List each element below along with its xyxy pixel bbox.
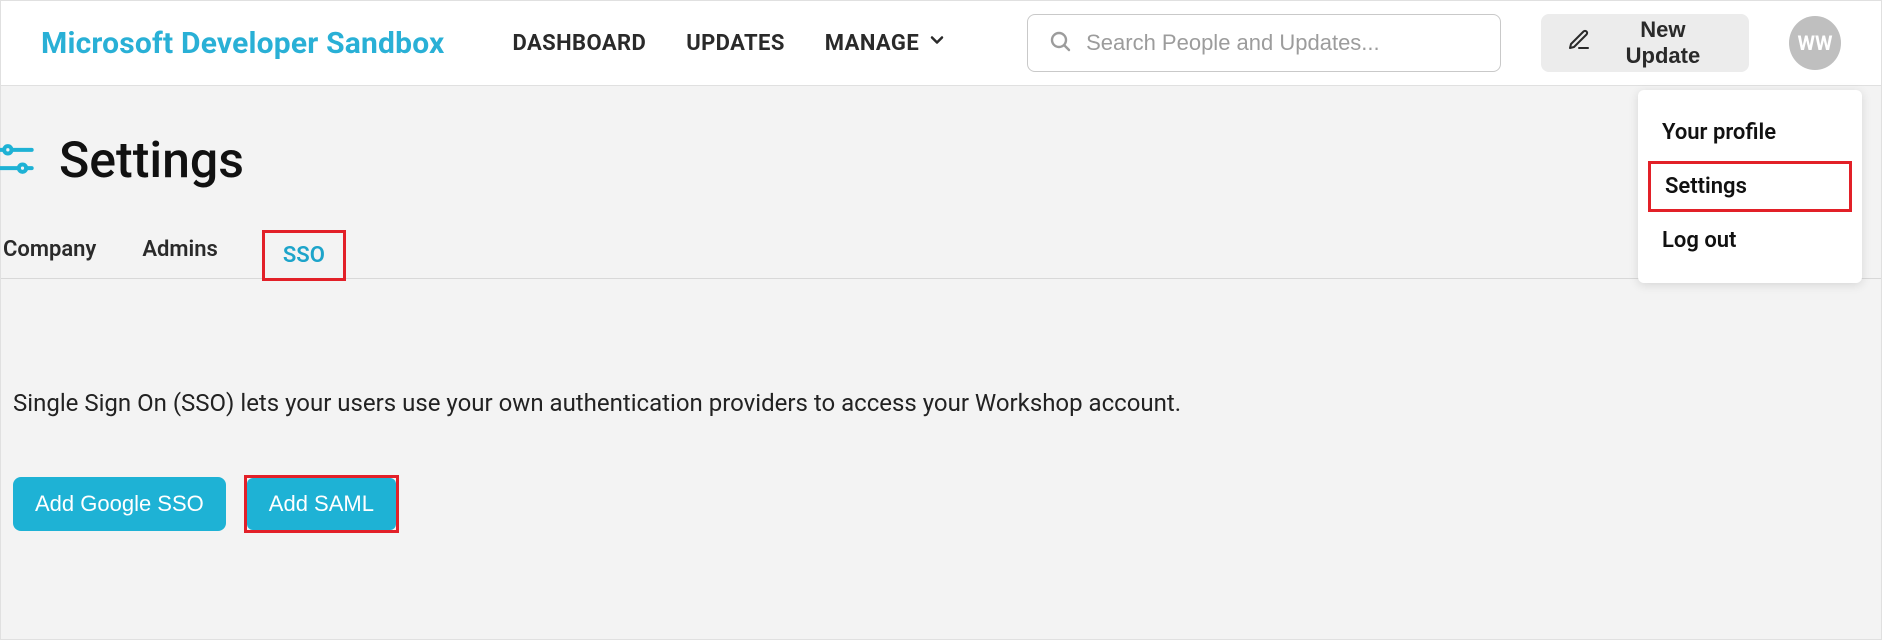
add-saml-button[interactable]: Add SAML	[247, 478, 396, 530]
highlight-sso-tab: SSO	[262, 230, 346, 281]
settings-header: Settings	[1, 86, 1881, 230]
avatar[interactable]: WW	[1789, 16, 1841, 70]
pen-icon	[1567, 28, 1591, 58]
menu-logout[interactable]: Log out	[1638, 214, 1862, 267]
new-update-button[interactable]: New Update	[1541, 14, 1749, 72]
highlight-add-saml: Add SAML	[244, 475, 399, 533]
settings-tabs: Company Admins SSO	[1, 230, 1881, 279]
menu-settings[interactable]: Settings	[1648, 161, 1852, 212]
main-nav: DASHBOARD UPDATES MANAGE	[513, 30, 948, 56]
top-bar: Microsoft Developer Sandbox DASHBOARD UP…	[0, 0, 1882, 86]
tab-sso[interactable]: SSO	[283, 243, 325, 268]
search-field[interactable]	[1027, 14, 1501, 72]
search-icon	[1048, 29, 1072, 57]
search-input[interactable]	[1086, 30, 1480, 56]
sso-panel: Single Sign On (SSO) lets your users use…	[1, 279, 1881, 573]
sso-button-row: Add Google SSO Add SAML	[13, 475, 1869, 533]
nav-dashboard[interactable]: DASHBOARD	[513, 31, 647, 56]
menu-your-profile[interactable]: Your profile	[1638, 106, 1862, 159]
nav-updates[interactable]: UPDATES	[686, 31, 785, 56]
add-google-sso-button[interactable]: Add Google SSO	[13, 477, 226, 531]
user-menu-dropdown: Your profile Settings Log out	[1638, 90, 1862, 283]
page-body: Settings Company Admins SSO Single Sign …	[0, 86, 1882, 640]
chevron-down-icon	[927, 30, 947, 56]
avatar-initials: WW	[1797, 31, 1832, 55]
page-title: Settings	[59, 132, 244, 190]
tab-company[interactable]: Company	[1, 231, 98, 268]
nav-manage-label: MANAGE	[825, 31, 919, 56]
sso-description: Single Sign On (SSO) lets your users use…	[13, 389, 1869, 417]
tab-admins[interactable]: Admins	[140, 231, 220, 268]
settings-sliders-icon	[0, 137, 39, 185]
brand-title[interactable]: Microsoft Developer Sandbox	[41, 26, 445, 61]
nav-manage[interactable]: MANAGE	[825, 30, 947, 56]
new-update-label: New Update	[1603, 17, 1723, 69]
